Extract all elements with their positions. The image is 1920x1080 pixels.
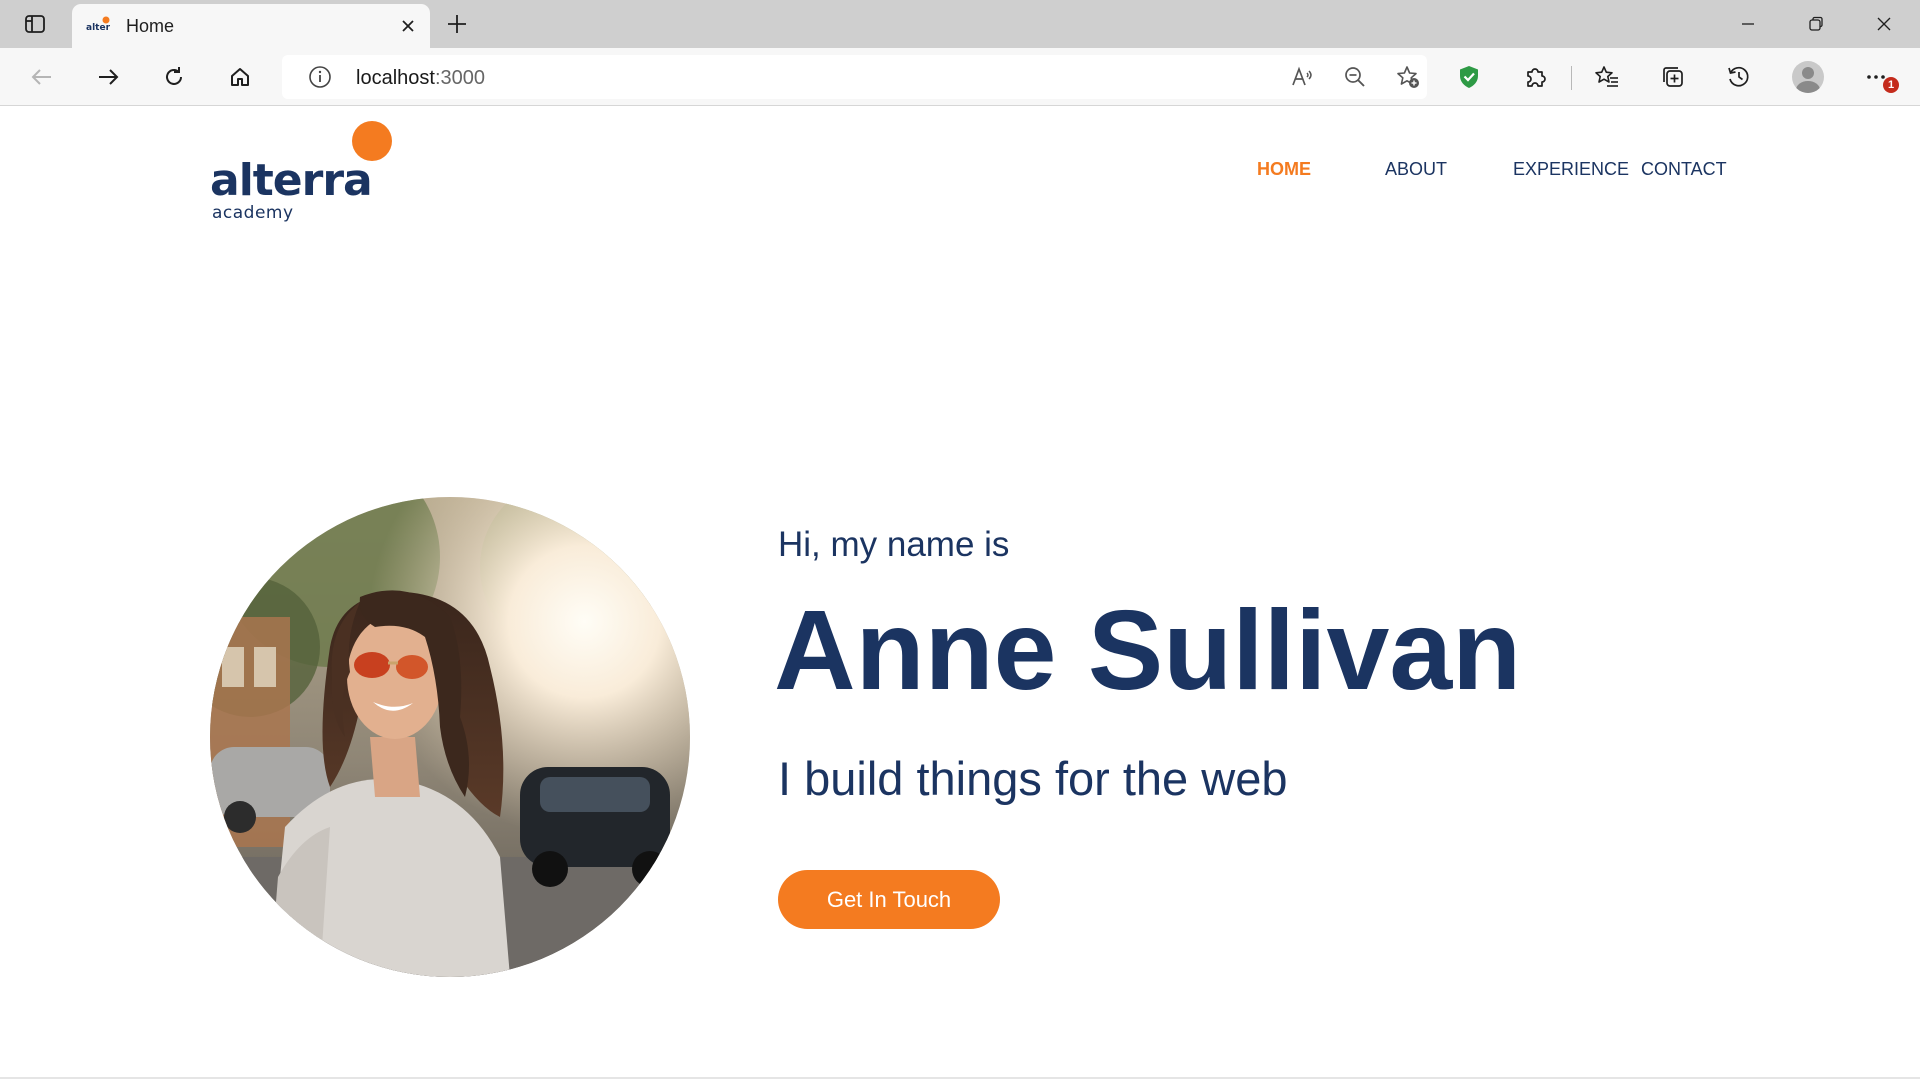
hero-greeting: Hi, my name is — [778, 525, 1010, 564]
browser-essentials-button[interactable] — [1449, 58, 1489, 96]
close-window-button[interactable] — [1850, 0, 1918, 48]
shield-icon — [1460, 66, 1478, 88]
nav-contact[interactable]: CONTACT — [1641, 159, 1727, 180]
history-button[interactable] — [1719, 58, 1759, 96]
avatar — [1792, 61, 1824, 93]
favorites-button[interactable] — [1587, 58, 1627, 96]
profile-button[interactable] — [1788, 58, 1828, 96]
hero-tagline: I build things for the web — [778, 752, 1288, 805]
tab-actions-icon — [25, 15, 45, 33]
nav-experience[interactable]: EXPERIENCE — [1513, 159, 1629, 180]
back-button[interactable] — [22, 58, 62, 96]
zoom-out-icon — [1345, 67, 1365, 87]
extensions-button[interactable] — [1515, 58, 1555, 96]
zoom-out-button[interactable] — [1338, 61, 1372, 93]
site-logo[interactable]: alterra academy — [210, 121, 410, 223]
collections-icon — [1663, 67, 1683, 87]
close-icon — [402, 20, 414, 32]
info-icon — [309, 66, 331, 88]
nav-home[interactable]: HOME — [1257, 159, 1311, 180]
read-aloud-button[interactable] — [1285, 61, 1319, 93]
restore-button[interactable] — [1782, 0, 1850, 48]
minimize-icon — [1742, 23, 1754, 25]
site-info-button[interactable] — [306, 63, 334, 91]
svg-text:alterra: alterra — [86, 23, 110, 33]
forward-button[interactable] — [88, 58, 128, 96]
browser-tab-bar: alterra Home — [0, 0, 1920, 48]
history-icon — [1728, 66, 1749, 87]
active-tab[interactable]: alterra Home — [72, 4, 430, 48]
plus-icon — [448, 15, 466, 33]
logo-wordmark: alterra — [210, 155, 373, 206]
star-add-icon — [1397, 66, 1419, 88]
web-page: alterra academy HOME ABOUT EXPERIENCE CO… — [0, 107, 1920, 1080]
tab-close-button[interactable] — [394, 12, 422, 40]
toolbar-separator — [1571, 66, 1572, 90]
nav-about[interactable]: ABOUT — [1385, 159, 1447, 180]
url-text[interactable]: localhost:3000 — [356, 67, 485, 90]
logo-subtitle: academy — [212, 203, 294, 223]
address-bar[interactable]: localhost:3000 — [282, 55, 1427, 99]
home-button[interactable] — [220, 58, 260, 96]
new-tab-button[interactable] — [440, 8, 474, 40]
profile-photo — [210, 497, 690, 977]
get-in-touch-button[interactable]: Get In Touch — [778, 870, 1000, 929]
read-aloud-icon — [1292, 66, 1312, 86]
home-icon — [231, 68, 249, 86]
url-host: localhost — [356, 67, 435, 89]
browser-toolbar: localhost:3000 1 — [0, 48, 1920, 106]
hero-name: Anne Sullivan — [774, 587, 1522, 713]
close-window-icon — [1877, 17, 1891, 31]
refresh-icon — [166, 67, 182, 85]
puzzle-icon — [1527, 68, 1546, 87]
add-favorite-button[interactable] — [1391, 61, 1425, 93]
back-arrow-icon — [31, 69, 51, 85]
notification-badge: 1 — [1883, 77, 1899, 93]
url-port: :3000 — [434, 67, 485, 89]
tab-actions-button[interactable] — [16, 10, 54, 38]
refresh-button[interactable] — [154, 58, 194, 96]
favorites-icon — [1595, 66, 1618, 87]
section-divider — [0, 1077, 1920, 1079]
tab-title: Home — [126, 16, 175, 36]
restore-icon — [1809, 16, 1823, 31]
site-favicon-icon: alterra — [86, 16, 110, 33]
forward-arrow-icon — [99, 69, 119, 85]
collections-button[interactable] — [1653, 58, 1693, 96]
minimize-button[interactable] — [1714, 0, 1782, 48]
